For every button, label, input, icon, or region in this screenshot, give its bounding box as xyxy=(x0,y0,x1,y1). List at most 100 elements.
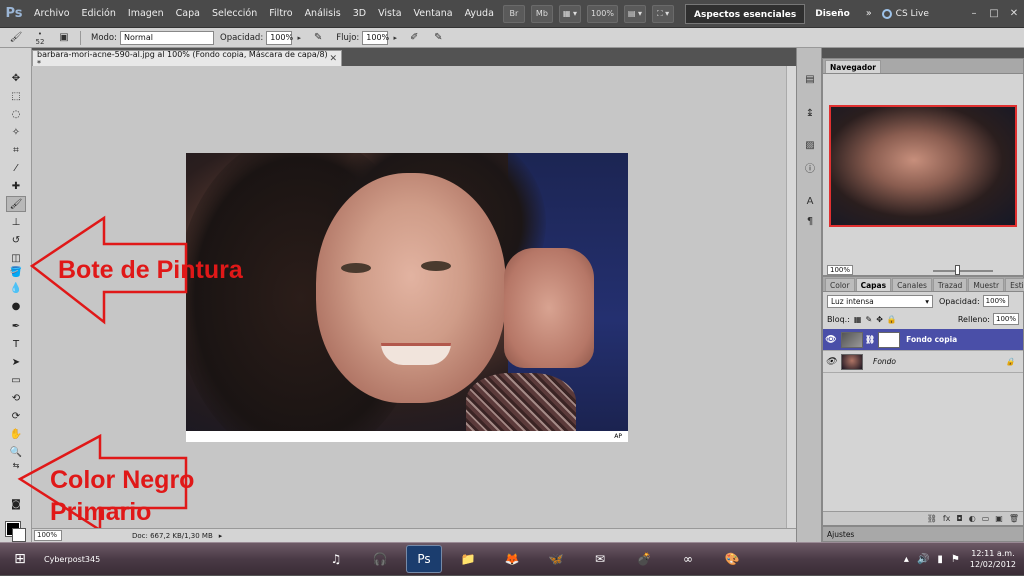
dodge-tool-icon[interactable]: ● xyxy=(6,298,26,314)
zoom-tool-icon[interactable]: 🔍 xyxy=(6,444,26,460)
tab-styles[interactable]: Estilos xyxy=(1005,278,1024,291)
layer-row-fondo-copia[interactable]: 👁 ⛓ Fondo copia xyxy=(823,329,1023,351)
mini-bridge-icon[interactable]: ▤ xyxy=(801,70,819,88)
infinity-app-icon[interactable]: ∞ xyxy=(670,545,706,573)
layer-opacity-field[interactable]: 100% xyxy=(982,295,1009,307)
volume-icon[interactable]: 🔊 xyxy=(917,554,929,565)
photoshop-taskbar-icon[interactable]: Ps xyxy=(406,545,442,573)
paint-palette-icon[interactable]: 🎨 xyxy=(714,545,750,573)
lock-pixels-icon[interactable]: ✎ xyxy=(865,315,872,324)
brush-picker[interactable]: • 52 xyxy=(31,30,49,46)
canvas-area[interactable]: AP xyxy=(32,66,786,528)
itunes-icon[interactable]: ♫ xyxy=(318,545,354,573)
navigator-zoom-field[interactable]: 100% xyxy=(827,265,853,275)
arrange-documents-button[interactable]: ▤ ▾ xyxy=(623,4,647,23)
pressure-opacity-icon[interactable]: ✎ xyxy=(309,30,327,46)
blur-tool-icon[interactable]: 💧 xyxy=(6,280,26,296)
opacity-slider-arrow-icon[interactable]: ▸ xyxy=(295,30,303,46)
layer-row-fondo[interactable]: 👁 Fondo 🔒 xyxy=(823,351,1023,373)
clock[interactable]: 12:11 a.m. 12/02/2012 xyxy=(970,548,1016,570)
adjustment-layer-icon[interactable]: ◐ xyxy=(969,514,976,523)
layer-mask-thumbnail[interactable] xyxy=(878,331,901,348)
move-tool-icon[interactable]: ✥ xyxy=(6,70,26,86)
hand-tool-icon[interactable]: ✋ xyxy=(6,426,26,442)
info-icon[interactable]: ⓘ xyxy=(801,158,819,176)
lock-transparency-icon[interactable]: ▦ xyxy=(854,315,862,324)
tab-adjustments[interactable]: Ajustes xyxy=(827,530,854,539)
clone-stamp-tool-icon[interactable]: ⊥ xyxy=(6,214,26,230)
headphones-icon[interactable]: 🎧 xyxy=(362,545,398,573)
visibility-eye-icon[interactable]: 👁 xyxy=(823,357,839,367)
minimize-icon[interactable]: – xyxy=(964,4,984,24)
add-mask-icon[interactable]: ◘ xyxy=(956,514,962,523)
screen-mode-button[interactable]: ⛶ ▾ xyxy=(652,4,675,23)
more-workspaces-icon[interactable]: » xyxy=(860,0,878,28)
type-tool-icon[interactable]: T xyxy=(6,336,26,352)
flow-field[interactable]: 100% xyxy=(362,30,389,45)
menu-filtro[interactable]: Filtro xyxy=(263,0,298,28)
mode-select[interactable]: Normal xyxy=(120,30,214,45)
document-image[interactable] xyxy=(186,153,628,431)
pen-tool-icon[interactable]: ✒ xyxy=(6,318,26,334)
3d-orbit-tool-icon[interactable]: ⟳ xyxy=(6,408,26,424)
menu-ventana[interactable]: Ventana xyxy=(408,0,459,28)
tab-color[interactable]: Color xyxy=(825,278,855,291)
workspace-design-button[interactable]: Diseño xyxy=(805,9,860,19)
menu-imagen[interactable]: Imagen xyxy=(122,0,170,28)
link-layers-icon[interactable]: ⛓ xyxy=(927,514,937,523)
quick-selection-tool-icon[interactable]: ✧ xyxy=(6,124,26,140)
lock-position-icon[interactable]: ✥ xyxy=(876,315,883,324)
lasso-tool-icon[interactable]: ◌ xyxy=(6,106,26,122)
menu-vista[interactable]: Vista xyxy=(372,0,407,28)
navigator-zoom-slider-handle[interactable] xyxy=(955,265,960,275)
airbrush-icon[interactable]: ✐ xyxy=(405,30,423,46)
layer-name[interactable]: Fondo copia xyxy=(906,335,957,344)
brush-panel-toggle-icon[interactable]: ▣ xyxy=(55,30,73,46)
eyedropper-tool-icon[interactable]: ⁄ xyxy=(6,160,26,176)
firefox-icon[interactable]: 🦊 xyxy=(494,545,530,573)
tab-navigator[interactable]: Navegador xyxy=(825,60,881,73)
flag-icon[interactable]: ⚑ xyxy=(951,554,960,565)
brush-tool-icon[interactable]: 🖌 xyxy=(6,196,26,212)
opacity-field[interactable]: 100% xyxy=(266,30,293,45)
menu-3d[interactable]: 3D xyxy=(347,0,372,28)
history-icon[interactable]: ↨ xyxy=(801,104,819,122)
tab-swatches[interactable]: Muestr xyxy=(968,278,1005,291)
new-layer-icon[interactable]: ▣ xyxy=(995,514,1003,523)
flow-slider-arrow-icon[interactable]: ▸ xyxy=(391,30,399,46)
new-group-icon[interactable]: ▭ xyxy=(982,514,990,523)
paint-bucket-tool-icon[interactable]: 🪣 xyxy=(6,264,26,280)
menu-archivo[interactable]: Archivo xyxy=(28,0,76,28)
document-tab[interactable]: barbara-mori-acne-590-al.jpg al 100% (Fo… xyxy=(32,50,342,68)
tab-channels[interactable]: Canales xyxy=(892,278,932,291)
menu-edicion[interactable]: Edición xyxy=(76,0,122,28)
close-document-icon[interactable]: ✕ xyxy=(329,54,337,64)
adjustments-panel-tab[interactable]: Ajustes xyxy=(822,526,1024,542)
fill-field[interactable]: 100% xyxy=(993,313,1019,325)
crop-tool-icon[interactable]: ⌗ xyxy=(6,142,26,158)
bomb-app-icon[interactable]: 💣 xyxy=(626,545,662,573)
start-button[interactable]: ⊞ xyxy=(0,543,40,576)
minibridge-button[interactable]: Mb xyxy=(530,4,553,23)
mail-icon[interactable]: ✉ xyxy=(582,545,618,573)
mask-link-icon[interactable]: ⛓ xyxy=(865,335,875,344)
workspace-essentials-button[interactable]: Aspectos esenciales xyxy=(685,3,806,24)
paragraph-icon[interactable]: ¶ xyxy=(801,212,819,230)
menu-analisis[interactable]: Análisis xyxy=(299,0,347,28)
histogram-icon[interactable]: ▨ xyxy=(801,136,819,154)
3d-rotate-tool-icon[interactable]: ⟲ xyxy=(6,390,26,406)
bridge-button[interactable]: Br xyxy=(502,4,525,23)
maximize-icon[interactable]: □ xyxy=(984,4,1004,24)
close-icon[interactable]: ✕ xyxy=(1004,4,1024,24)
menu-seleccion[interactable]: Selección xyxy=(206,0,263,28)
lock-all-icon[interactable]: 🔒 xyxy=(887,315,897,324)
status-zoom-field[interactable]: 100% xyxy=(34,530,62,541)
tab-paths[interactable]: Trazad xyxy=(932,278,968,291)
layer-style-icon[interactable]: fx xyxy=(943,514,951,523)
character-icon[interactable]: A xyxy=(801,192,819,210)
swap-colors-icon[interactable]: ⇆ xyxy=(6,460,26,470)
menu-ayuda[interactable]: Ayuda xyxy=(459,0,500,28)
blend-mode-select[interactable]: Luz intensa ▾ xyxy=(827,294,933,308)
pressure-size-icon[interactable]: ✎ xyxy=(429,30,447,46)
brush-tool-preset-icon[interactable]: 🖌 xyxy=(7,30,25,46)
